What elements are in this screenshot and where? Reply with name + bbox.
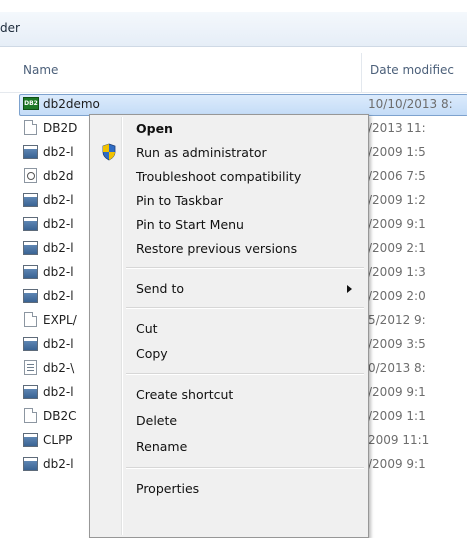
application-icon — [23, 337, 38, 351]
menu-item-pin-to-taskbar[interactable]: Pin to Taskbar — [92, 189, 366, 213]
uac-shield-icon — [102, 143, 116, 161]
application-icon — [23, 193, 38, 207]
menu-item-label: Properties — [136, 481, 200, 496]
file-name: db2-l — [43, 217, 74, 231]
column-header-name[interactable]: Name — [23, 63, 58, 77]
application-icon — [23, 145, 38, 159]
file-name: DB2D — [43, 121, 78, 135]
menu-item-cut[interactable]: Cut — [92, 317, 366, 341]
menu-separator — [126, 267, 364, 269]
application-icon — [23, 433, 38, 447]
file-date: /2009 9:1 — [368, 457, 426, 471]
menu-item-rename[interactable]: Rename — [92, 435, 366, 459]
file-name: db2-l — [43, 265, 74, 279]
menu-item-label: Troubleshoot compatibility — [136, 169, 302, 184]
document-icon — [24, 120, 37, 135]
file-date: /2009 1:2 — [368, 193, 426, 207]
column-header-row: Name Date modifiec — [0, 47, 467, 93]
file-date: 5/2012 9: — [368, 313, 426, 327]
file-date: /2009 9:1 — [368, 385, 426, 399]
document-icon — [24, 408, 37, 423]
address-bar[interactable]: der — [0, 12, 467, 47]
menu-item-label: Run as administrator — [136, 145, 267, 160]
file-date: /2006 7:5 — [368, 169, 426, 183]
application-icon — [23, 289, 38, 303]
menu-item-label: Copy — [136, 346, 168, 361]
file-date: 2009 11:1 — [368, 433, 430, 447]
menu-item-delete[interactable]: Delete — [92, 409, 366, 433]
text-file-icon — [24, 360, 37, 375]
context-menu: Open Run as administrator Troubleshoot c… — [89, 114, 369, 538]
menu-separator — [126, 467, 364, 469]
menu-item-label: Create shortcut — [136, 387, 234, 402]
menu-item-send-to[interactable]: Send to — [92, 277, 366, 301]
file-date: /2009 2:1 — [368, 241, 426, 255]
file-date: /2009 2:0 — [368, 289, 426, 303]
menu-item-label: Pin to Start Menu — [136, 217, 244, 232]
menu-separator — [126, 307, 364, 309]
file-name: CLPP — [43, 433, 73, 447]
breadcrumb-text[interactable]: der — [0, 21, 20, 35]
file-name: EXPL/ — [43, 313, 77, 327]
file-date: /2009 3:5 — [368, 337, 426, 351]
application-icon — [23, 385, 38, 399]
menu-item-pin-to-start-menu[interactable]: Pin to Start Menu — [92, 213, 366, 237]
column-separator[interactable] — [361, 53, 362, 92]
menu-item-run-as-administrator[interactable]: Run as administrator — [92, 141, 366, 165]
menu-item-restore-previous-versions[interactable]: Restore previous versions — [92, 237, 366, 261]
file-name: db2d — [43, 169, 74, 183]
file-date: 0/2013 8: — [368, 361, 426, 375]
menu-item-label: Open — [136, 121, 173, 136]
file-date: /2013 11: — [368, 121, 426, 135]
file-name: db2-l — [43, 457, 74, 471]
menu-item-create-shortcut[interactable]: Create shortcut — [92, 383, 366, 407]
menu-item-open[interactable]: Open — [92, 117, 366, 141]
file-name: DB2C — [43, 409, 77, 423]
file-date: /2009 1:1 — [368, 409, 426, 423]
menu-item-copy[interactable]: Copy — [92, 342, 366, 366]
file-name: db2demo — [43, 97, 100, 111]
application-icon — [23, 265, 38, 279]
db2-app-icon: DB2 — [23, 97, 39, 110]
file-name: db2-l — [43, 337, 74, 351]
document-icon — [24, 312, 37, 327]
file-date: /2009 9:1 — [368, 217, 426, 231]
file-name: db2-l — [43, 241, 74, 255]
file-name: db2-l — [43, 145, 74, 159]
menu-item-label: Restore previous versions — [136, 241, 298, 256]
application-icon — [23, 241, 38, 255]
menu-item-label: Cut — [136, 321, 158, 336]
menu-item-label: Rename — [136, 439, 188, 454]
menu-item-troubleshoot-compatibility[interactable]: Troubleshoot compatibility — [92, 165, 366, 189]
column-header-date-modified[interactable]: Date modifiec — [370, 63, 454, 77]
menu-item-label: Send to — [136, 281, 185, 296]
application-icon — [23, 217, 38, 231]
file-name: db2-l — [43, 385, 74, 399]
file-name: db2-\ — [43, 361, 75, 375]
file-date: /2009 1:3 — [368, 265, 426, 279]
menu-separator — [126, 373, 364, 375]
application-icon — [23, 457, 38, 471]
submenu-arrow-icon — [347, 285, 352, 293]
settings-file-icon — [24, 168, 37, 183]
menu-item-label: Delete — [136, 413, 178, 428]
file-name: db2-l — [43, 289, 74, 303]
file-date: 10/10/2013 8: — [368, 97, 453, 111]
menu-item-properties[interactable]: Properties — [92, 477, 366, 501]
menu-item-label: Pin to Taskbar — [136, 193, 223, 208]
file-row[interactable]: DB2 db2demo 10/10/2013 8: — [0, 92, 467, 116]
file-date: /2009 1:5 — [368, 145, 426, 159]
file-name: db2-l — [43, 193, 74, 207]
